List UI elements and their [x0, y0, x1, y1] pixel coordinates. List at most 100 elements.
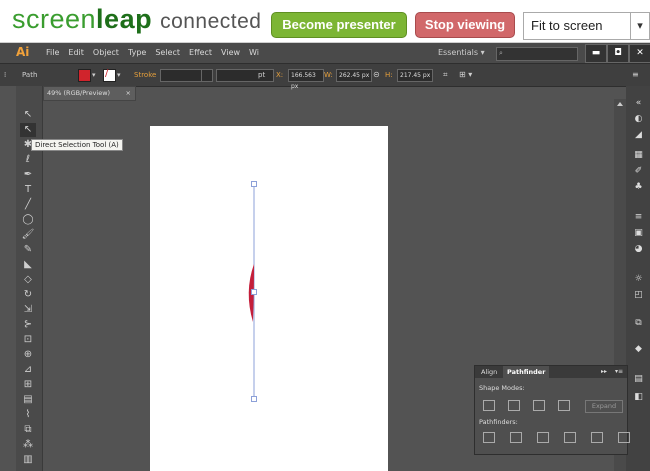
panel-collapse-icon[interactable]: ▸▸: [601, 368, 607, 375]
gradient-tool-icon[interactable]: ▤: [20, 393, 36, 407]
stroke-dropdown-icon[interactable]: ▾: [117, 71, 121, 79]
panel-menu-icon[interactable]: ≡: [632, 70, 639, 79]
divide-icon[interactable]: [483, 432, 495, 443]
restore-button[interactable]: ◘: [607, 44, 629, 63]
screenleap-logo: screenleap connected: [12, 4, 262, 35]
exclude-icon[interactable]: [558, 400, 570, 411]
illustrator-logo: Ai: [16, 45, 30, 59]
eraser-tool-icon[interactable]: ◇: [20, 273, 36, 287]
transparency-panel-icon[interactable]: ◕: [633, 244, 644, 254]
swatches-panel-icon[interactable]: ▦: [633, 150, 644, 160]
transform-icon[interactable]: ⌗: [443, 70, 448, 80]
width-input[interactable]: 262.45 px: [336, 69, 372, 82]
minimize-button[interactable]: ▬: [585, 44, 607, 63]
selection-type-label: Path: [22, 71, 38, 79]
graph-tool-icon[interactable]: ▥: [20, 453, 36, 467]
menu-effect[interactable]: Effect: [189, 48, 212, 57]
stroke-swatch[interactable]: /: [103, 68, 116, 82]
menu-view[interactable]: View: [221, 48, 240, 57]
workspace-switcher[interactable]: Essentials ▾: [438, 48, 485, 57]
width-tool-icon[interactable]: ⊱: [20, 318, 36, 332]
help-search-input[interactable]: ⌕: [496, 47, 578, 61]
chevron-down-icon[interactable]: ▾: [630, 13, 649, 39]
stroke-label[interactable]: Stroke: [134, 71, 156, 79]
blob-brush-tool-icon[interactable]: ◣: [20, 258, 36, 272]
scroll-up-icon[interactable]: [617, 102, 623, 106]
connected-status: connected: [160, 10, 262, 33]
anchor-point-bottom[interactable]: [251, 396, 257, 402]
menu-type[interactable]: Type: [128, 48, 146, 57]
pathfinder-panel-icon[interactable]: ◧: [633, 392, 644, 402]
become-presenter-button[interactable]: Become presenter: [271, 12, 407, 38]
x-position-input[interactable]: 166.563 px: [288, 69, 324, 90]
fill-dropdown-icon[interactable]: ▾: [92, 71, 96, 79]
graphic-styles-icon[interactable]: ◰: [633, 290, 644, 300]
w-label: W:: [324, 71, 333, 79]
link-proportions-icon[interactable]: ⊝: [373, 70, 380, 79]
stroke-panel-icon[interactable]: ≡: [633, 212, 644, 222]
pen-tool-icon[interactable]: ✒: [20, 168, 36, 182]
unite-icon[interactable]: [483, 400, 495, 411]
menu-object[interactable]: Object: [93, 48, 119, 57]
brushes-panel-icon[interactable]: ✐: [633, 166, 644, 176]
gradient-panel-icon[interactable]: ▣: [633, 228, 644, 238]
fit-to-screen-select[interactable]: Fit to screen ▾: [523, 12, 650, 40]
line-tool-icon[interactable]: ╱: [20, 198, 36, 212]
mesh-tool-icon[interactable]: ⊞: [20, 378, 36, 392]
artboard[interactable]: [150, 126, 388, 471]
menu-window[interactable]: Wi: [249, 48, 259, 57]
symbols-panel-icon[interactable]: ♣: [633, 182, 644, 192]
merge-icon[interactable]: [537, 432, 549, 443]
shape-builder-tool-icon[interactable]: ⊕: [20, 348, 36, 362]
fill-swatch[interactable]: [78, 69, 91, 82]
intersect-icon[interactable]: [533, 400, 545, 411]
free-transform-tool-icon[interactable]: ⊡: [20, 333, 36, 347]
paintbrush-tool-icon[interactable]: 🖌: [20, 228, 36, 242]
stop-viewing-button[interactable]: Stop viewing: [415, 12, 515, 38]
ellipse-tool-icon[interactable]: ◯: [20, 213, 36, 227]
perspective-grid-tool-icon[interactable]: ⊿: [20, 363, 36, 377]
isolate-icon[interactable]: ⊞ ▾: [459, 70, 472, 79]
selection-tool-icon[interactable]: ↖: [20, 108, 36, 122]
appearance-panel-icon[interactable]: ☼: [633, 274, 644, 284]
align-panel-icon[interactable]: ▤: [633, 374, 644, 384]
eyedropper-tool-icon[interactable]: ⌇: [20, 408, 36, 422]
collapse-panels-icon[interactable]: «: [633, 98, 644, 108]
scale-tool-icon[interactable]: ⇲: [20, 303, 36, 317]
outline-icon[interactable]: [591, 432, 603, 443]
color-guide-icon[interactable]: ◢: [633, 130, 644, 140]
close-button[interactable]: ✕: [629, 44, 650, 63]
artwork-canvas: [248, 181, 257, 402]
anchor-point-middle[interactable]: [251, 289, 257, 295]
pencil-tool-icon[interactable]: ✎: [20, 243, 36, 257]
document-tab[interactable]: 49% (RGB/Preview) ×: [43, 86, 136, 101]
layers-panel-icon[interactable]: ◆: [633, 344, 644, 354]
symbol-sprayer-tool-icon[interactable]: ⁂: [20, 438, 36, 452]
direct-selection-tool-icon[interactable]: ↖: [20, 123, 36, 137]
minus-front-icon[interactable]: [508, 400, 520, 411]
artboards-panel-icon[interactable]: ⧉: [633, 318, 644, 328]
color-panel-icon[interactable]: ◐: [633, 114, 644, 124]
control-grip-icon: ⁞: [4, 71, 7, 79]
type-tool-icon[interactable]: T: [20, 183, 36, 197]
height-input[interactable]: 217.45 px: [397, 69, 433, 82]
crop-icon[interactable]: [564, 432, 576, 443]
menu-edit[interactable]: Edit: [68, 48, 84, 57]
logo-screen-text: screen: [12, 4, 97, 34]
expand-button[interactable]: Expand: [585, 400, 623, 413]
anchor-point-top[interactable]: [251, 181, 257, 187]
trim-icon[interactable]: [510, 432, 522, 443]
close-tab-icon[interactable]: ×: [126, 87, 131, 100]
stroke-weight-input[interactable]: [160, 69, 204, 82]
stroke-weight-dropdown[interactable]: [201, 69, 213, 82]
lasso-tool-icon[interactable]: ℓ: [20, 153, 36, 167]
rotate-tool-icon[interactable]: ↻: [20, 288, 36, 302]
tab-pathfinder[interactable]: Pathfinder: [503, 366, 550, 378]
menu-select[interactable]: Select: [155, 48, 180, 57]
tab-align[interactable]: Align: [477, 366, 501, 378]
minus-back-icon[interactable]: [618, 432, 630, 443]
blend-tool-icon[interactable]: ⧉: [20, 423, 36, 437]
panel-menu-icon[interactable]: ▾≡: [615, 368, 623, 375]
menu-file[interactable]: File: [46, 48, 59, 57]
variable-width-input[interactable]: [216, 69, 274, 82]
